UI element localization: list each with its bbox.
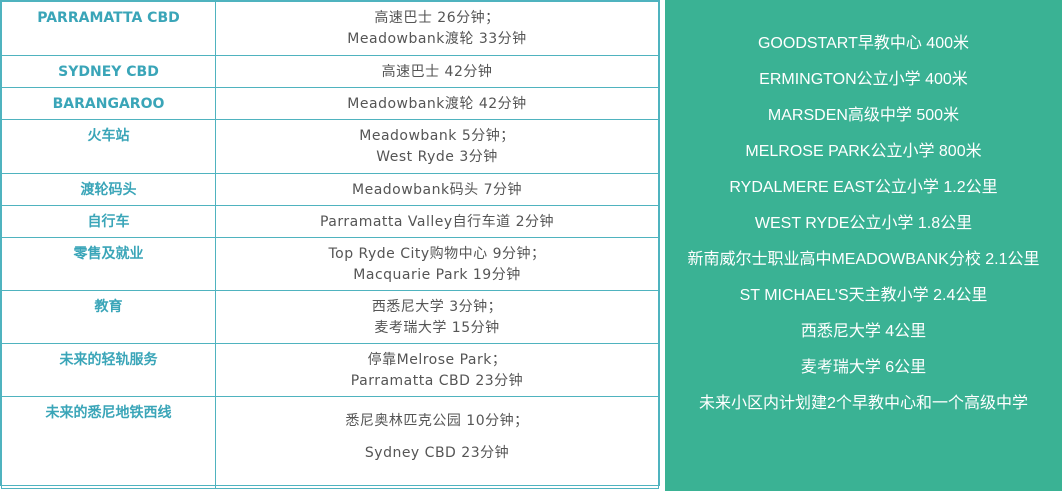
table-row: 未来的轻轨服务 停靠Melrose Park； Parramatta CBD 2… xyxy=(1,343,659,397)
row-key: 零售及就业 xyxy=(1,237,216,291)
value-line: 西悉尼大学 3分钟； xyxy=(371,299,503,315)
table-row: 未来的悉尼地铁西线 悉尼奥林匹克公园 10分钟； Sydney CBD 23分钟 xyxy=(1,396,659,489)
schools-panel: GOODSTART早教中心 400米 ERMINGTON公立小学 400米 MA… xyxy=(665,0,1062,491)
row-key: PARRAMATTA CBD xyxy=(1,1,216,56)
panel-item: ERMINGTON公立小学 400米 xyxy=(759,71,968,88)
value-line: Macquarie Park 19分钟 xyxy=(353,267,521,283)
row-key: 教育 xyxy=(1,290,216,344)
table-row: 火车站 Meadowbank 5分钟； West Ryde 3分钟 xyxy=(1,119,659,174)
table-row: SYDNEY CBD 高速巴士 42分钟 xyxy=(1,55,659,88)
row-key: 未来的轻轨服务 xyxy=(1,343,216,397)
row-value: Meadowbank码头 7分钟 xyxy=(215,173,659,206)
value-line: Meadowbank渡轮 42分钟 xyxy=(347,96,527,112)
row-value: Meadowbank渡轮 42分钟 xyxy=(215,87,659,120)
value-line: Meadowbank 5分钟； xyxy=(359,128,515,144)
panel-item: 未来小区内计划建2个早教中心和一个高级中学 xyxy=(699,395,1028,412)
row-value: 高速巴士 42分钟 xyxy=(215,55,659,88)
row-value: Top Ryde City购物中心 9分钟； Macquarie Park 19… xyxy=(215,237,659,291)
row-value: Parramatta Valley自行车道 2分钟 xyxy=(215,205,659,238)
row-key: 火车站 xyxy=(1,119,216,174)
row-value: 停靠Melrose Park； Parramatta CBD 23分钟 xyxy=(215,343,659,397)
value-line: 悉尼奥林匹克公园 10分钟； xyxy=(345,413,529,429)
table-row: 教育 西悉尼大学 3分钟； 麦考瑞大学 15分钟 xyxy=(1,290,659,344)
value-line: Parramatta CBD 23分钟 xyxy=(350,373,524,389)
table-row: 零售及就业 Top Ryde City购物中心 9分钟； Macquarie P… xyxy=(1,237,659,291)
panel-item: MELROSE PARK公立小学 800米 xyxy=(745,143,982,160)
table-row: 自行车 Parramatta Valley自行车道 2分钟 xyxy=(1,205,659,238)
row-key: 未来的悉尼地铁西线 xyxy=(1,396,216,489)
table-row: 渡轮码头 Meadowbank码头 7分钟 xyxy=(1,173,659,206)
row-key: 渡轮码头 xyxy=(1,173,216,206)
row-value: 悉尼奥林匹克公园 10分钟； Sydney CBD 23分钟 xyxy=(215,396,659,489)
row-key: 自行车 xyxy=(1,205,216,238)
panel-item: RYDALMERE EAST公立小学 1.2公里 xyxy=(729,179,998,196)
value-line: Sydney CBD 23分钟 xyxy=(364,445,510,461)
table-row: PARRAMATTA CBD 高速巴士 26分钟； Meadowbank渡轮 3… xyxy=(1,1,659,56)
row-value: Meadowbank 5分钟； West Ryde 3分钟 xyxy=(215,119,659,174)
panel-item: ST MICHAEL’S天主教小学 2.4公里 xyxy=(739,287,988,304)
transport-table: PARRAMATTA CBD 高速巴士 26分钟； Meadowbank渡轮 3… xyxy=(1,1,659,489)
panel-item: MARSDEN高级中学 500米 xyxy=(767,107,960,124)
table-row: BARANGAROO Meadowbank渡轮 42分钟 xyxy=(1,87,659,120)
value-line: Top Ryde City购物中心 9分钟； xyxy=(328,246,546,262)
transport-table-container: PARRAMATTA CBD 高速巴士 26分钟； Meadowbank渡轮 3… xyxy=(0,0,660,489)
value-line: 麦考瑞大学 15分钟 xyxy=(374,320,500,336)
panel-item: 西悉尼大学 4公里 xyxy=(800,323,927,340)
value-line: 高速巴士 26分钟； xyxy=(374,10,500,26)
value-line: Meadowbank码头 7分钟 xyxy=(352,182,522,198)
panel-item: WEST RYDE公立小学 1.8公里 xyxy=(754,215,973,232)
value-line: 停靠Melrose Park； xyxy=(367,352,507,368)
panel-item: 新南威尔士职业高中MEADOWBANK分校 2.1公里 xyxy=(687,251,1040,268)
row-value: 高速巴士 26分钟； Meadowbank渡轮 33分钟 xyxy=(215,1,659,56)
value-line: 高速巴士 42分钟 xyxy=(381,64,493,80)
panel-item: GOODSTART早教中心 400米 xyxy=(757,35,969,52)
row-value: 西悉尼大学 3分钟； 麦考瑞大学 15分钟 xyxy=(215,290,659,344)
value-line: Parramatta Valley自行车道 2分钟 xyxy=(319,214,555,230)
panel-item: 麦考瑞大学 6公里 xyxy=(800,359,927,376)
row-key: SYDNEY CBD xyxy=(1,55,216,88)
value-line: West Ryde 3分钟 xyxy=(376,149,498,165)
row-key: BARANGAROO xyxy=(1,87,216,120)
value-line: Meadowbank渡轮 33分钟 xyxy=(347,31,527,47)
